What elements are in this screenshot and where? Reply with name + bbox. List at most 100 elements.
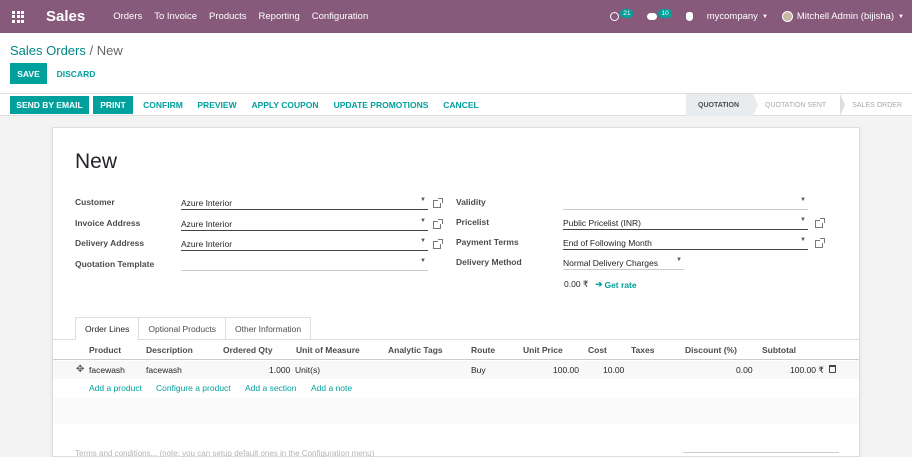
company-name: mycompany: [706, 11, 758, 22]
menu-orders[interactable]: Orders: [113, 11, 142, 22]
cancel-button[interactable]: CANCEL: [439, 96, 483, 114]
menu-to-invoice[interactable]: To Invoice: [154, 11, 197, 22]
terms-and-conditions-field[interactable]: Terms and conditions... (note: you can s…: [75, 449, 374, 457]
trash-icon[interactable]: [829, 365, 836, 373]
menu-products[interactable]: Products: [209, 11, 247, 22]
col-cost[interactable]: Cost: [588, 345, 607, 355]
app-brand[interactable]: Sales: [46, 8, 85, 25]
save-button[interactable]: SAVE: [10, 63, 47, 84]
apps-menu-icon[interactable]: [0, 0, 36, 33]
order-lines-header: Product Description Ordered Qty Unit of …: [53, 340, 859, 360]
pricelist-label: Pricelist: [456, 217, 490, 227]
caret-down-icon[interactable]: ▼: [420, 197, 426, 203]
stage-sales-order[interactable]: SALES ORDER: [840, 94, 912, 116]
company-switcher[interactable]: mycompany ▼: [707, 11, 768, 22]
get-rate-button[interactable]: Get rate: [604, 280, 636, 290]
menu-reporting[interactable]: Reporting: [259, 11, 300, 22]
chat-icon: [647, 13, 658, 20]
external-link-icon[interactable]: [433, 219, 443, 229]
add-section-link[interactable]: Add a section: [245, 383, 297, 393]
breadcrumb: Sales Orders / New: [10, 43, 123, 58]
external-link-icon[interactable]: [433, 239, 443, 249]
discard-button[interactable]: DISCARD: [52, 63, 100, 84]
col-discount[interactable]: Discount (%): [685, 345, 737, 355]
customer-field[interactable]: Azure Interior ▼: [181, 196, 428, 210]
messages-button[interactable]: 10: [647, 9, 672, 21]
col-unit-price[interactable]: Unit Price: [523, 345, 563, 355]
messages-badge: 10: [658, 9, 672, 18]
tab-optional-products[interactable]: Optional Products: [138, 317, 226, 340]
invoice-address-value: Azure Interior: [181, 219, 233, 229]
delivery-rate-amount: 0.00 ₹: [564, 279, 589, 289]
invoice-address-field[interactable]: Azure Interior ▼: [181, 217, 428, 231]
get-rate-row: 0.00 ₹ ➔ Get rate: [564, 279, 637, 290]
table-row[interactable]: ✥ facewash facewash 1.000 Unit(s) Buy 10…: [53, 361, 859, 379]
tab-other-information[interactable]: Other Information: [225, 317, 312, 340]
print-button[interactable]: PRINT: [93, 96, 133, 114]
external-link-icon[interactable]: [815, 238, 825, 248]
totals-divider: [683, 452, 839, 456]
col-product[interactable]: Product: [89, 345, 121, 355]
menu-configuration[interactable]: Configuration: [312, 11, 369, 22]
caret-down-icon[interactable]: ▼: [420, 258, 426, 264]
tab-order-lines[interactable]: Order Lines: [75, 317, 140, 340]
configure-product-link[interactable]: Configure a product: [156, 383, 231, 393]
add-product-link[interactable]: Add a product: [89, 383, 142, 393]
bug-icon: [685, 12, 693, 21]
col-taxes[interactable]: Taxes: [631, 345, 654, 355]
stage-quotation[interactable]: QUOTATION: [686, 94, 758, 116]
col-ordered-qty[interactable]: Ordered Qty: [223, 345, 273, 355]
top-navbar: Sales Orders To Invoice Products Reporti…: [0, 0, 912, 33]
col-analytic-tags[interactable]: Analytic Tags: [388, 345, 443, 355]
arrow-right-icon: ➔: [595, 279, 603, 289]
activity-button[interactable]: 21: [610, 9, 634, 21]
control-panel: Sales Orders / New SAVE DISCARD: [0, 33, 912, 94]
drag-handle-icon[interactable]: ✥: [76, 364, 84, 375]
pricelist-field[interactable]: Public Pricelist (INR) ▼: [563, 216, 808, 230]
stage-quotation-sent[interactable]: QUOTATION SENT: [753, 94, 846, 116]
payment-terms-field[interactable]: End of Following Month ▼: [563, 236, 808, 250]
caret-down-icon[interactable]: ▼: [800, 237, 806, 243]
caret-down-icon[interactable]: ▼: [676, 257, 682, 263]
confirm-button[interactable]: CONFIRM: [137, 96, 189, 114]
delivery-method-value: Normal Delivery Charges: [563, 258, 658, 268]
delivery-method-field[interactable]: Normal Delivery Charges ▼: [563, 256, 684, 270]
customer-value: Azure Interior: [181, 198, 233, 208]
caret-down-icon[interactable]: ▼: [800, 197, 806, 203]
external-link-icon[interactable]: [815, 218, 825, 228]
caret-down-icon[interactable]: ▼: [420, 218, 426, 224]
col-description[interactable]: Description: [146, 345, 193, 355]
quotation-template-field[interactable]: ▼: [181, 257, 428, 271]
caret-down-icon[interactable]: ▼: [800, 217, 806, 223]
payment-terms-label: Payment Terms: [456, 237, 519, 247]
external-link-icon[interactable]: [433, 198, 443, 208]
preview-button[interactable]: PREVIEW: [193, 96, 241, 114]
validity-label: Validity: [456, 197, 486, 207]
validity-field[interactable]: ▼: [563, 196, 808, 210]
cell-product: facewash: [89, 365, 125, 375]
breadcrumb-current: New: [96, 43, 123, 58]
col-route[interactable]: Route: [471, 345, 495, 355]
apply-coupon-button[interactable]: APPLY COUPON: [247, 96, 323, 114]
cell-route: Buy: [471, 365, 486, 375]
page-title: New: [75, 150, 118, 173]
breadcrumb-sales-orders[interactable]: Sales Orders: [10, 43, 86, 58]
delivery-address-value: Azure Interior: [181, 239, 233, 249]
user-name: Mitchell Admin (bijisha): [796, 11, 895, 22]
col-subtotal[interactable]: Subtotal: [762, 345, 796, 355]
delivery-method-label: Delivery Method: [456, 257, 522, 267]
debug-button[interactable]: [685, 12, 693, 21]
col-unit-of-measure[interactable]: Unit of Measure: [296, 345, 360, 355]
update-promotions-button[interactable]: UPDATE PROMOTIONS: [328, 96, 434, 114]
user-menu[interactable]: Mitchell Admin (bijisha) ▼: [781, 11, 904, 22]
caret-down-icon: ▼: [761, 13, 768, 20]
delivery-address-field[interactable]: Azure Interior ▼: [181, 237, 428, 251]
caret-down-icon[interactable]: ▼: [420, 238, 426, 244]
activity-badge: 21: [620, 9, 634, 18]
form-sheet: New Customer Azure Interior ▼ Invoice Ad…: [52, 127, 860, 457]
add-note-link[interactable]: Add a note: [311, 383, 352, 393]
send-by-email-button[interactable]: SEND BY EMAIL: [10, 96, 89, 114]
pricelist-value: Public Pricelist (INR): [563, 218, 641, 228]
status-bar: SEND BY EMAIL PRINT CONFIRM PREVIEW APPL…: [0, 94, 912, 116]
customer-label: Customer: [75, 197, 115, 207]
